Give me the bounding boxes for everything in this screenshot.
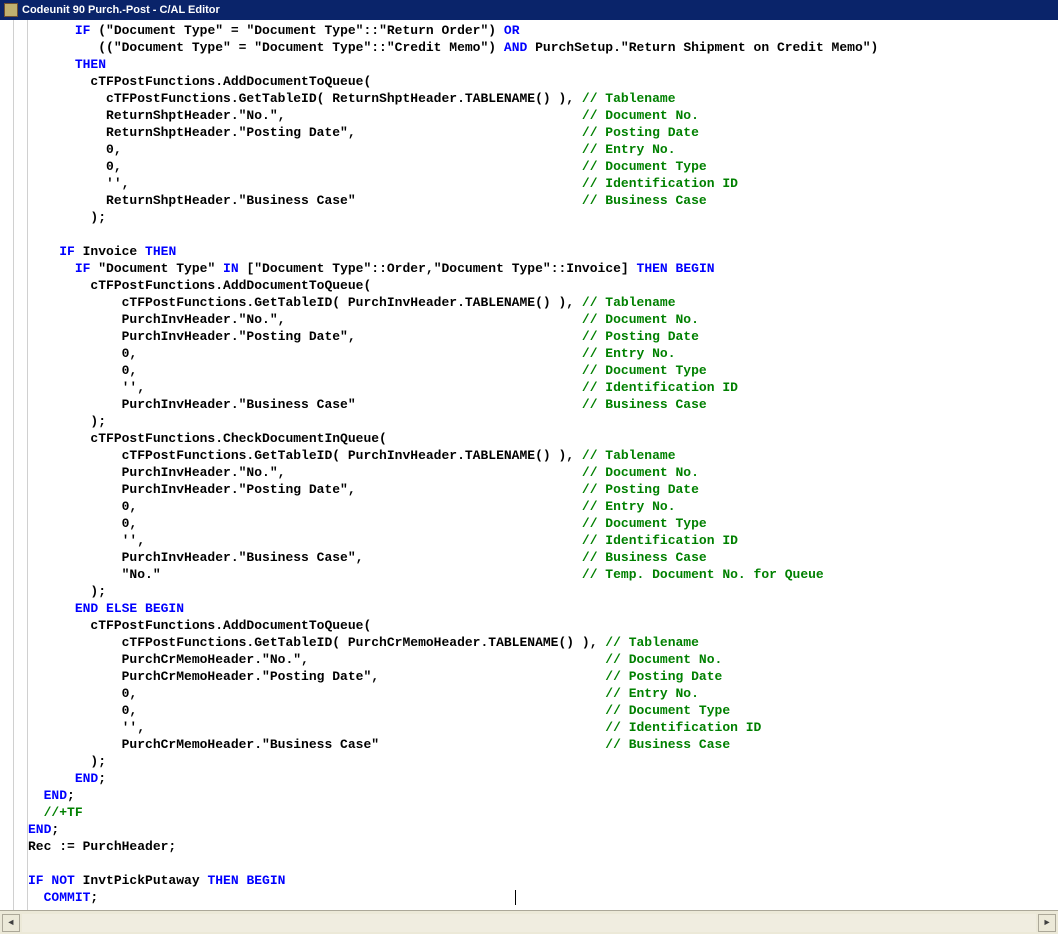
code-editor[interactable]: IF ("Document Type" = "Document Type"::"… <box>0 20 1058 910</box>
window-title-bar[interactable]: Codeunit 90 Purch.-Post - C/AL Editor <box>0 0 1058 20</box>
window-title: Codeunit 90 Purch.-Post - C/AL Editor <box>22 0 220 20</box>
scroll-left-button[interactable]: ◄ <box>2 914 20 932</box>
code-content[interactable]: IF ("Document Type" = "Document Type"::"… <box>28 20 1058 910</box>
app-icon <box>4 3 18 17</box>
chevron-left-icon: ◄ <box>8 918 13 928</box>
scroll-track[interactable] <box>22 914 1036 932</box>
editor-gutter <box>0 20 28 910</box>
chevron-right-icon: ► <box>1044 918 1049 928</box>
horizontal-scrollbar[interactable]: ◄ ► <box>0 910 1058 934</box>
scroll-right-button[interactable]: ► <box>1038 914 1056 932</box>
text-caret <box>515 890 516 905</box>
